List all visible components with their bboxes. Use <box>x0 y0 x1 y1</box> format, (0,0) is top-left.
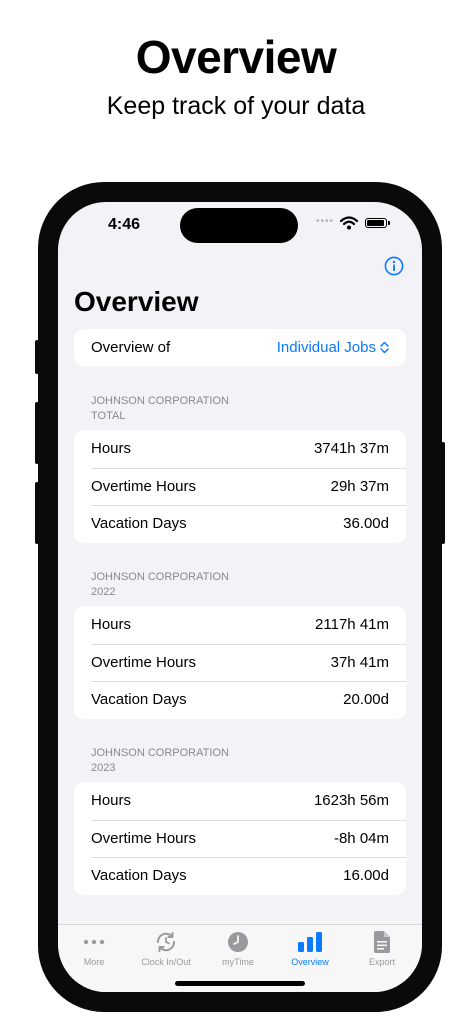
stat-row-vacation: Vacation Days 20.00d <box>74 681 406 719</box>
picker-value[interactable]: Individual Jobs <box>277 339 389 356</box>
row-label: Overtime Hours <box>91 653 197 671</box>
tab-label: More <box>83 957 105 967</box>
row-label: Overtime Hours <box>91 829 197 847</box>
dynamic-island <box>180 208 298 243</box>
phone-screen: 4:46 •••• Overview Overview of Individua… <box>58 202 422 992</box>
row-value: 2117h 41m <box>315 616 389 634</box>
tab-mytime[interactable]: myTime <box>202 929 274 967</box>
document-icon <box>374 931 390 953</box>
phone-frame: 4:46 •••• Overview Overview of Individua… <box>38 182 442 1012</box>
row-label: Hours <box>91 616 132 634</box>
overview-picker-row[interactable]: Overview of Individual Jobs <box>74 329 406 366</box>
section-card: Hours 2117h 41m Overtime Hours 37h 41m Vac… <box>74 606 406 719</box>
clock-icon <box>228 932 248 952</box>
tab-label: Export <box>368 957 395 967</box>
tab-label: myTime <box>222 957 254 967</box>
picker-value-text: Individual Jobs <box>276 339 376 356</box>
battery-icon <box>365 218 390 228</box>
section-header-period: TOTAL <box>91 410 126 422</box>
stat-row-hours: Hours 1623h 56m <box>74 782 406 820</box>
picker-label: Overview of <box>91 339 171 356</box>
stat-row-vacation: Vacation Days 36.00d <box>74 505 406 543</box>
section-header-company: JOHNSON CORPORATION <box>91 395 229 407</box>
row-value: 20.00d <box>343 691 389 709</box>
promo-subtitle: Keep track of your data <box>106 92 366 120</box>
section-header: JOHNSON CORPORATION 2023 <box>91 746 229 776</box>
row-label: Vacation Days <box>91 691 187 709</box>
info-icon[interactable] <box>384 256 404 276</box>
tab-label: Clock In/Out <box>141 957 191 967</box>
page-title: Overview <box>74 286 199 317</box>
tab-clock-in-out[interactable]: Clock In/Out <box>130 929 202 967</box>
ellipsis-icon <box>83 939 105 945</box>
stat-row-overtime: Overtime Hours 29h 37m <box>74 467 406 506</box>
row-label: Hours <box>91 440 132 458</box>
row-value: 37h 41m <box>330 653 389 671</box>
row-value: 16.00d <box>343 867 389 885</box>
signal-icon: •••• <box>316 216 335 227</box>
section-header-period: 2023 <box>91 762 116 774</box>
stat-row-overtime: Overtime Hours 37h 41m <box>74 643 406 682</box>
row-label: Overtime Hours <box>91 477 197 495</box>
chevron-up-down-icon <box>380 341 389 354</box>
row-value: 1623h 56m <box>313 792 389 810</box>
row-label: Vacation Days <box>91 867 187 885</box>
overview-picker-card: Overview of Individual Jobs <box>74 329 406 366</box>
stat-row-overtime: Overtime Hours -8h 04m <box>74 819 406 858</box>
section-card: Hours 1623h 56m Overtime Hours -8h 04m Vac… <box>74 782 406 895</box>
section-header: JOHNSON CORPORATION TOTAL <box>91 394 229 424</box>
section-header-company: JOHNSON CORPORATION <box>91 571 229 583</box>
section-card: Hours 3741h 37m Overtime Hours 29h 37m Vac… <box>74 430 406 543</box>
stat-row-hours: Hours 3741h 37m <box>74 430 406 468</box>
status-time: 4:46 <box>108 216 141 233</box>
home-indicator[interactable] <box>175 981 305 986</box>
row-label: Vacation Days <box>91 515 187 533</box>
stat-row-hours: Hours 2117h 41m <box>74 606 406 644</box>
section-header-company: JOHNSON CORPORATION <box>91 747 229 759</box>
row-value: 36.00d <box>343 515 389 533</box>
row-value: -8h 04m <box>333 829 389 847</box>
wifi-icon <box>340 216 358 230</box>
stat-row-vacation: Vacation Days 16.00d <box>74 857 406 895</box>
clock-arrows-icon <box>156 932 176 952</box>
tab-more[interactable]: More <box>58 929 130 967</box>
chart-bars-icon <box>298 932 322 952</box>
tab-export[interactable]: Export <box>346 929 418 967</box>
row-value: 29h 37m <box>330 477 389 495</box>
row-label: Hours <box>91 792 132 810</box>
section-header: JOHNSON CORPORATION 2022 <box>91 570 229 600</box>
promo-title: Overview <box>135 31 337 83</box>
row-value: 3741h 37m <box>313 440 389 458</box>
tab-overview[interactable]: Overview <box>274 929 346 967</box>
section-header-period: 2022 <box>91 586 116 598</box>
tab-label: Overview <box>291 957 329 967</box>
